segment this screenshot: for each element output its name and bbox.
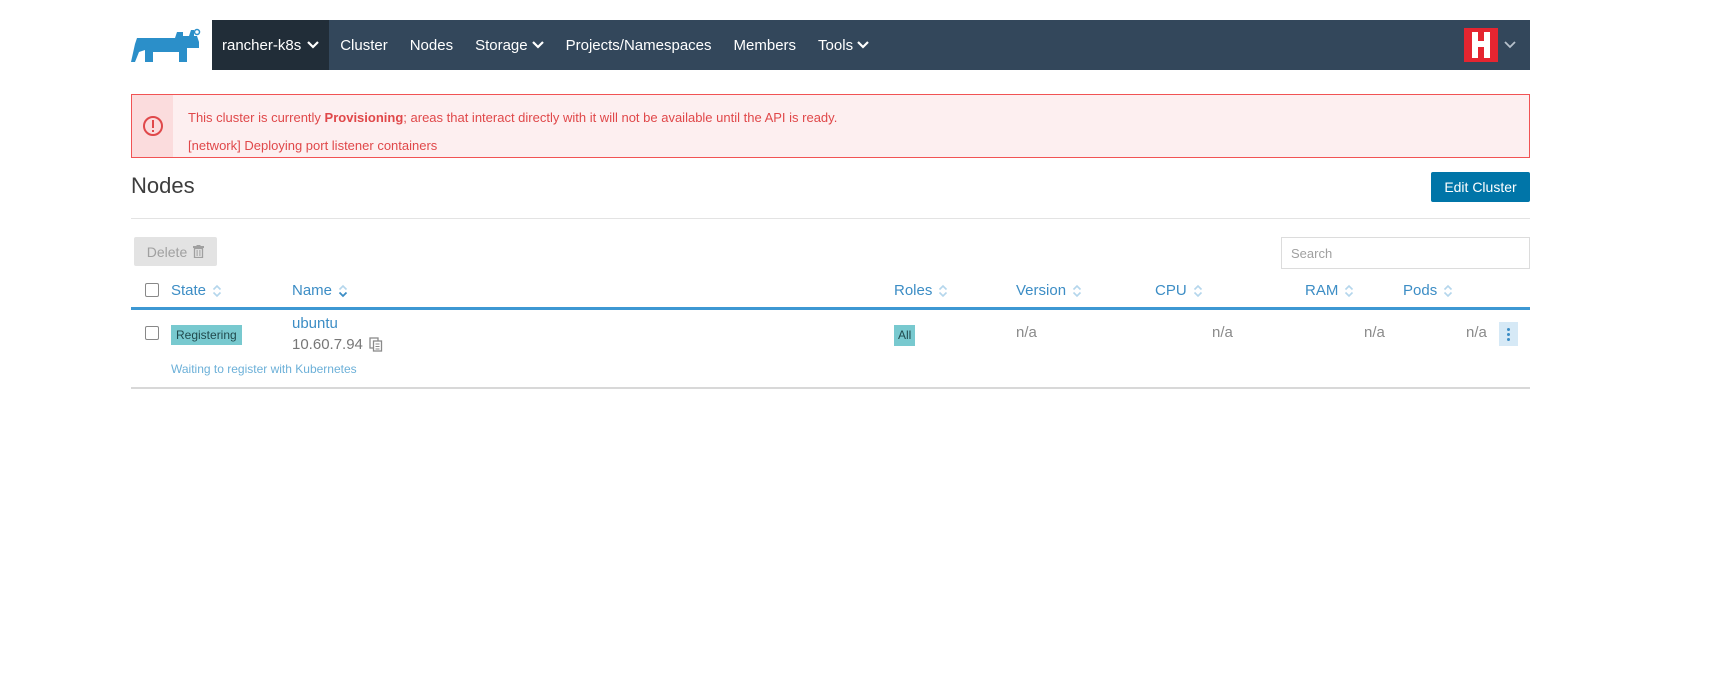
column-state-label: State	[171, 282, 207, 299]
alert-circle-icon	[142, 116, 163, 136]
cluster-name: rancher-k8s	[222, 36, 302, 54]
page-title: Nodes	[131, 173, 195, 198]
column-name-label: Name	[292, 282, 333, 299]
sort-icon	[1193, 284, 1202, 297]
trash-icon	[193, 245, 205, 258]
delete-label: Delete	[146, 243, 188, 260]
banner-message: This cluster is currently Provisioning; …	[188, 110, 838, 125]
header-divider	[131, 218, 1530, 219]
chevron-down-icon	[307, 41, 319, 49]
column-header-roles[interactable]: Roles	[894, 282, 948, 299]
row-divider	[131, 387, 1530, 389]
column-header-ram[interactable]: RAM	[1305, 282, 1354, 299]
ram-cell: n/a	[1364, 324, 1385, 341]
sort-icon	[1345, 284, 1354, 297]
pods-cell: n/a	[1466, 324, 1487, 341]
nav-members-label: Members	[733, 36, 797, 54]
sort-icon	[1072, 284, 1082, 297]
copy-icon[interactable]	[369, 337, 383, 352]
user-menu-chevron[interactable]	[1504, 41, 1516, 49]
nav-projects-label: Projects/Namespaces	[565, 36, 712, 54]
nav-members[interactable]: Members	[723, 20, 808, 70]
column-header-state[interactable]: State	[171, 282, 222, 299]
banner-text: This cluster is currently Provisioning; …	[173, 95, 852, 157]
state-badge: Registering	[171, 325, 242, 345]
column-pods-label: Pods	[1403, 282, 1438, 299]
row-status-message: Waiting to register with Kubernetes	[171, 362, 357, 376]
nav-tools-label: Tools	[818, 36, 854, 54]
nav-projects-namespaces[interactable]: Projects/Namespaces	[555, 20, 723, 70]
sort-icon	[212, 284, 222, 297]
row-checkbox[interactable]	[145, 326, 159, 340]
sort-icon	[1444, 284, 1453, 297]
user-avatar[interactable]	[1464, 28, 1498, 62]
cpu-cell: n/a	[1212, 324, 1233, 341]
cluster-switcher[interactable]: rancher-k8s	[212, 20, 330, 70]
delete-button[interactable]: Delete	[134, 237, 217, 266]
role-badge: All	[894, 325, 916, 346]
node-ip: 10.60.7.94	[292, 336, 383, 353]
edit-cluster-button[interactable]: Edit Cluster	[1431, 172, 1530, 202]
kebab-dot	[1507, 327, 1510, 331]
chevron-down-icon	[1504, 41, 1516, 49]
column-ram-label: RAM	[1305, 282, 1339, 299]
banner-detail: [network] Deploying port listener contai…	[188, 138, 438, 153]
sort-icon	[338, 284, 348, 297]
nav-tools[interactable]: Tools	[807, 20, 880, 70]
search-input[interactable]	[1281, 237, 1530, 269]
provisioning-banner: This cluster is currently Provisioning; …	[131, 94, 1530, 158]
nav-storage-label: Storage	[475, 36, 528, 54]
nav-cluster[interactable]: Cluster	[329, 20, 399, 70]
column-cpu-label: CPU	[1155, 282, 1187, 299]
banner-icon-area	[132, 95, 173, 157]
node-ip-value: 10.60.7.94	[292, 336, 363, 353]
kebab-dot	[1507, 337, 1510, 341]
column-header-version[interactable]: Version	[1016, 282, 1082, 299]
chevron-down-icon	[857, 41, 869, 49]
chevron-down-icon	[531, 41, 544, 49]
kebab-dot	[1507, 332, 1510, 336]
version-cell: n/a	[1016, 324, 1037, 341]
column-header-name[interactable]: Name	[292, 282, 348, 299]
column-header-cpu[interactable]: CPU	[1155, 282, 1203, 299]
nav-cluster-label: Cluster	[340, 36, 388, 54]
rancher-logo[interactable]	[131, 26, 201, 64]
row-actions-button[interactable]	[1499, 322, 1518, 346]
sort-icon	[939, 284, 948, 297]
column-roles-label: Roles	[894, 282, 933, 299]
nav-storage[interactable]: Storage	[464, 20, 555, 70]
node-name-link[interactable]: ubuntu	[292, 315, 338, 332]
top-navigation: rancher-k8s Cluster Nodes Storage Projec…	[212, 20, 1530, 70]
nav-nodes[interactable]: Nodes	[399, 20, 464, 70]
nav-nodes-label: Nodes	[409, 36, 454, 54]
table-header-underline	[131, 307, 1530, 310]
banner-state: Provisioning	[324, 110, 404, 125]
select-all-checkbox[interactable]	[145, 283, 159, 297]
column-version-label: Version	[1016, 282, 1067, 299]
column-header-pods[interactable]: Pods	[1403, 282, 1453, 299]
